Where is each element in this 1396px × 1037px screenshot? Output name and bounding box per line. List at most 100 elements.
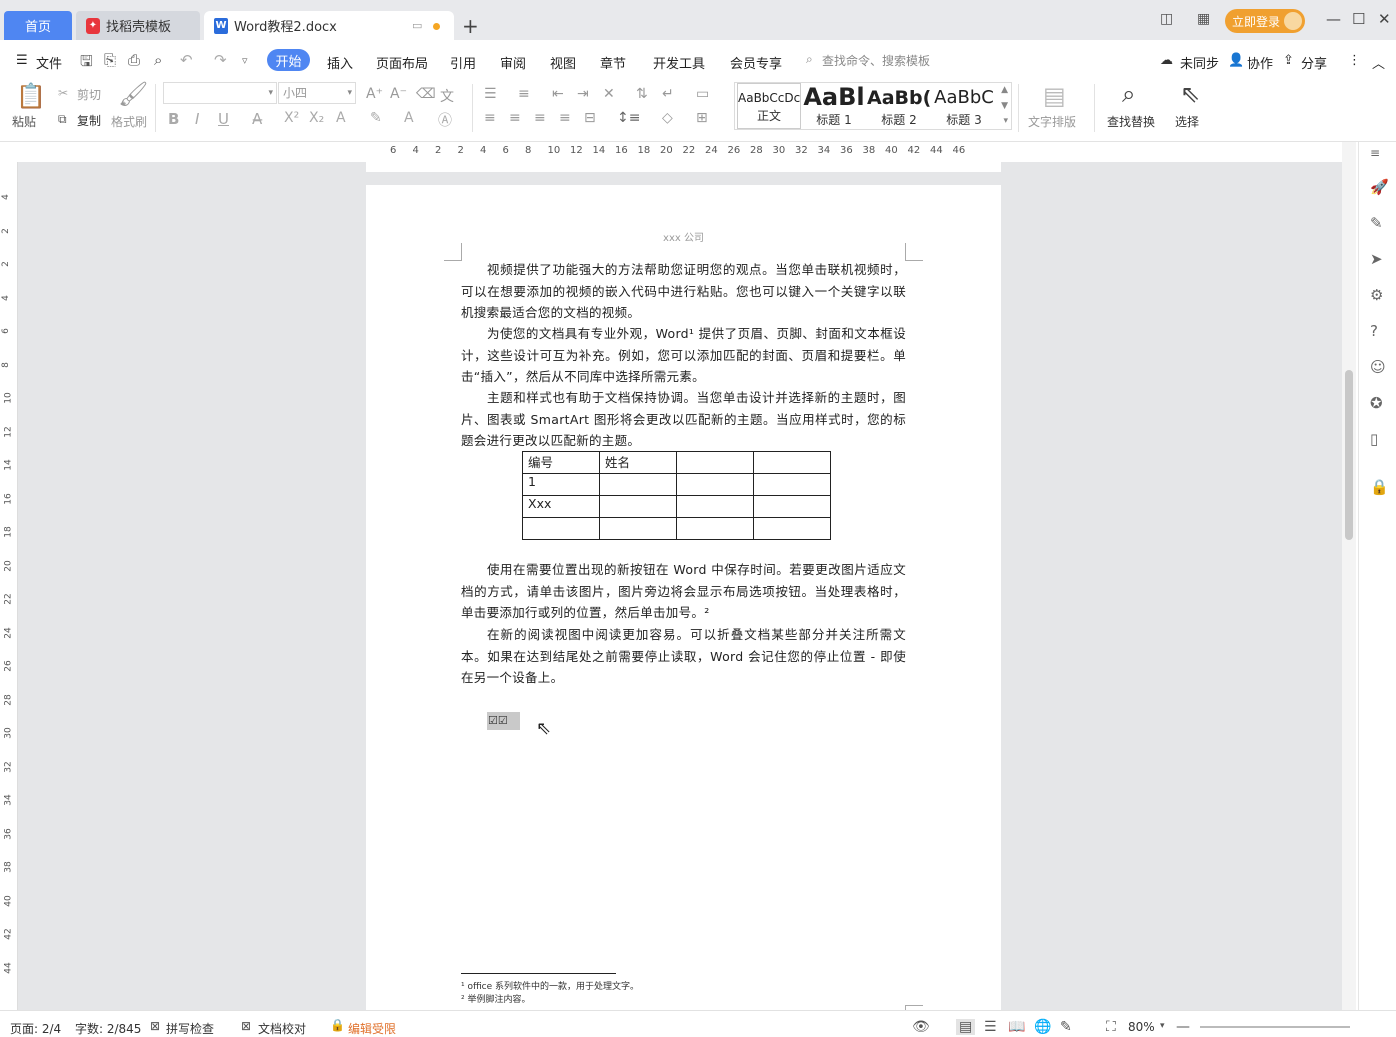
tab-template[interactable]: ✦ 找稻壳模板: [76, 11, 200, 40]
style-heading3[interactable]: AaBbC 标题 3: [932, 83, 996, 129]
phonetic-icon[interactable]: 文: [440, 86, 454, 106]
line-spacing-icon[interactable]: ↕≡: [617, 110, 640, 126]
page-view-icon[interactable]: ▤: [956, 1019, 976, 1035]
table-cell[interactable]: [522, 517, 600, 540]
horizontal-ruler[interactable]: 6 4 2 2 4 6 8 10 12 14 16 18 20 22 24 26 28 30 32 34 36 38 40 4…: [0, 142, 1342, 162]
paragraph-5[interactable]: 在新的阅读视图中阅读更加容易。可以折叠文档某些部分并关注所需文本。如果在达到结尾…: [461, 624, 906, 689]
paragraph-4[interactable]: 使用在需要位置出现的新按钮在 Word 中保存时间。若要更改图片适应文档的方式，…: [461, 559, 906, 624]
vertical-scrollbar[interactable]: [1342, 142, 1356, 1010]
paragraph-1[interactable]: 视频提供了功能强大的方法帮助您证明您的观点。当您单击联机视频时，可以在想要添加的…: [461, 259, 906, 324]
redo-icon[interactable]: ↷: [214, 51, 227, 69]
sidebar-collapse-icon[interactable]: ≡: [1370, 146, 1380, 160]
close-icon[interactable]: ✕: [1378, 10, 1391, 28]
justify-icon[interactable]: ≡: [559, 110, 571, 126]
web-view-icon[interactable]: 🌐: [1034, 1019, 1051, 1035]
pointer-icon[interactable]: ➤: [1370, 250, 1383, 268]
menu-file[interactable]: 文件: [36, 53, 62, 72]
decrease-indent-icon[interactable]: ⇤: [552, 86, 564, 102]
share-icon[interactable]: ⇪: [1283, 53, 1294, 68]
select-button[interactable]: 选择: [1175, 113, 1199, 130]
text-layout-icon[interactable]: ▤: [1043, 82, 1066, 110]
align-left-icon[interactable]: ≡: [484, 110, 496, 126]
save-icon[interactable]: 🖫: [80, 51, 93, 76]
footnote-1[interactable]: ¹ office 系列软件中的一款，用于处理文字。: [461, 979, 639, 992]
write-view-icon[interactable]: ✎: [1060, 1019, 1072, 1035]
font-color-icon[interactable]: A: [404, 110, 414, 126]
command-search-input[interactable]: 查找命令、搜索模板: [822, 52, 930, 69]
zoom-level[interactable]: 80%: [1128, 1020, 1155, 1034]
document-page[interactable]: xxx 公司 视频提供了功能强大的方法帮助您证明您的观点。当您单击联机视频时，可…: [366, 185, 1001, 1023]
table-cell[interactable]: [676, 473, 754, 496]
table-cell[interactable]: [599, 473, 677, 496]
style-more-icon[interactable]: ▾: [1003, 116, 1008, 126]
monitor-icon[interactable]: ▭: [412, 19, 422, 32]
select-cursor-icon[interactable]: ⇖: [1180, 80, 1200, 108]
table-cell[interactable]: 1: [522, 473, 600, 496]
cut-button[interactable]: 剪切: [77, 86, 101, 103]
rocket-icon[interactable]: 🚀: [1370, 178, 1389, 196]
find-replace-icon[interactable]: ⌕: [1122, 80, 1135, 108]
book-icon[interactable]: ▯: [1370, 430, 1378, 448]
robot-icon[interactable]: ☺: [1370, 358, 1386, 376]
borders-icon[interactable]: ⊞: [696, 110, 708, 126]
collab-button[interactable]: 协作: [1247, 53, 1273, 72]
copy-icon[interactable]: ⧉: [58, 112, 67, 127]
text-layout-button[interactable]: 文字排版: [1028, 113, 1076, 130]
table-cell[interactable]: [599, 517, 677, 540]
print-preview-icon[interactable]: ⌕: [154, 51, 162, 69]
style-heading1[interactable]: AaBl 标题 1: [803, 83, 865, 129]
more-icon[interactable]: ⋮: [1348, 53, 1361, 68]
zoom-dropdown-icon[interactable]: ▾: [1160, 1021, 1165, 1031]
footnote-2[interactable]: ² 举例脚注内容。: [461, 992, 530, 1005]
paste-button[interactable]: 粘贴: [12, 113, 36, 130]
proofread-button[interactable]: 文档校对: [258, 1020, 306, 1037]
menu-member[interactable]: 会员专享: [730, 53, 782, 72]
menu-chapter[interactable]: 章节: [600, 53, 626, 72]
compass-icon[interactable]: ✪: [1370, 394, 1383, 412]
bullet-list-icon[interactable]: ☰: [484, 86, 497, 102]
sort-icon[interactable]: ⇅: [636, 86, 648, 102]
proofread-icon[interactable]: ⊠: [241, 1019, 251, 1033]
style-scroll-down-icon[interactable]: ▼: [1001, 101, 1008, 111]
collapse-ribbon-icon[interactable]: ︿: [1372, 53, 1385, 72]
format-painter-icon[interactable]: 🖌: [118, 80, 148, 108]
strikethrough-icon[interactable]: A̶: [252, 110, 262, 128]
grid-apps-icon[interactable]: ▦: [1197, 11, 1210, 27]
sliders-icon[interactable]: ⚙: [1370, 286, 1383, 304]
lock-icon[interactable]: 🔒: [1370, 478, 1389, 496]
table-cell[interactable]: Xxx: [522, 495, 600, 518]
scrollbar-thumb[interactable]: [1345, 370, 1353, 540]
table-cell[interactable]: [753, 495, 831, 518]
bold-icon[interactable]: B: [168, 110, 179, 128]
sync-status[interactable]: 未同步: [1180, 53, 1219, 72]
cut-icon[interactable]: ✂: [58, 86, 68, 100]
style-scroll-up-icon[interactable]: ▲: [1001, 85, 1008, 95]
tab-document[interactable]: W Word教程2.docx ▭: [204, 11, 454, 40]
export-pdf-icon[interactable]: ⎘: [104, 51, 116, 69]
edit-restricted-status[interactable]: 编辑受限: [348, 1020, 396, 1037]
share-button[interactable]: 分享: [1301, 53, 1327, 72]
align-center-icon[interactable]: ≡: [509, 110, 521, 126]
table-cell[interactable]: [676, 517, 754, 540]
menu-review[interactable]: 审阅: [500, 53, 526, 72]
shading-icon[interactable]: ◇: [662, 110, 673, 126]
format-painter-button[interactable]: 格式刷: [111, 113, 147, 130]
table-cell[interactable]: [753, 473, 831, 496]
highlight-icon[interactable]: ✎: [370, 110, 382, 126]
table-cell[interactable]: [753, 451, 831, 474]
paragraph-3[interactable]: 主题和样式也有助于文档保持协调。当您单击设计并选择新的主题时，图片、图表或 Sm…: [461, 387, 906, 452]
copy-button[interactable]: 复制: [77, 112, 101, 129]
paragraph-2[interactable]: 为使您的文档具有专业外观，Word¹ 提供了页眉、页脚、封面和文本框设计，这些设…: [461, 323, 906, 388]
italic-icon[interactable]: I: [195, 110, 199, 128]
print-icon[interactable]: ⎙: [128, 51, 140, 69]
eye-protect-icon[interactable]: 👁: [912, 1019, 930, 1035]
table-cell[interactable]: [676, 451, 754, 474]
tab-home[interactable]: 首页: [4, 11, 72, 40]
collab-icon[interactable]: 👤: [1228, 53, 1244, 68]
spell-check-button[interactable]: 拼写检查: [166, 1020, 214, 1037]
zoom-out-icon[interactable]: —: [1176, 1019, 1190, 1035]
table-cell[interactable]: 姓名: [599, 451, 677, 474]
paste-icon[interactable]: 📋: [16, 82, 46, 110]
style-normal[interactable]: AaBbCcDc 正文: [737, 83, 801, 129]
char-border-icon[interactable]: Ⓐ: [438, 110, 452, 130]
